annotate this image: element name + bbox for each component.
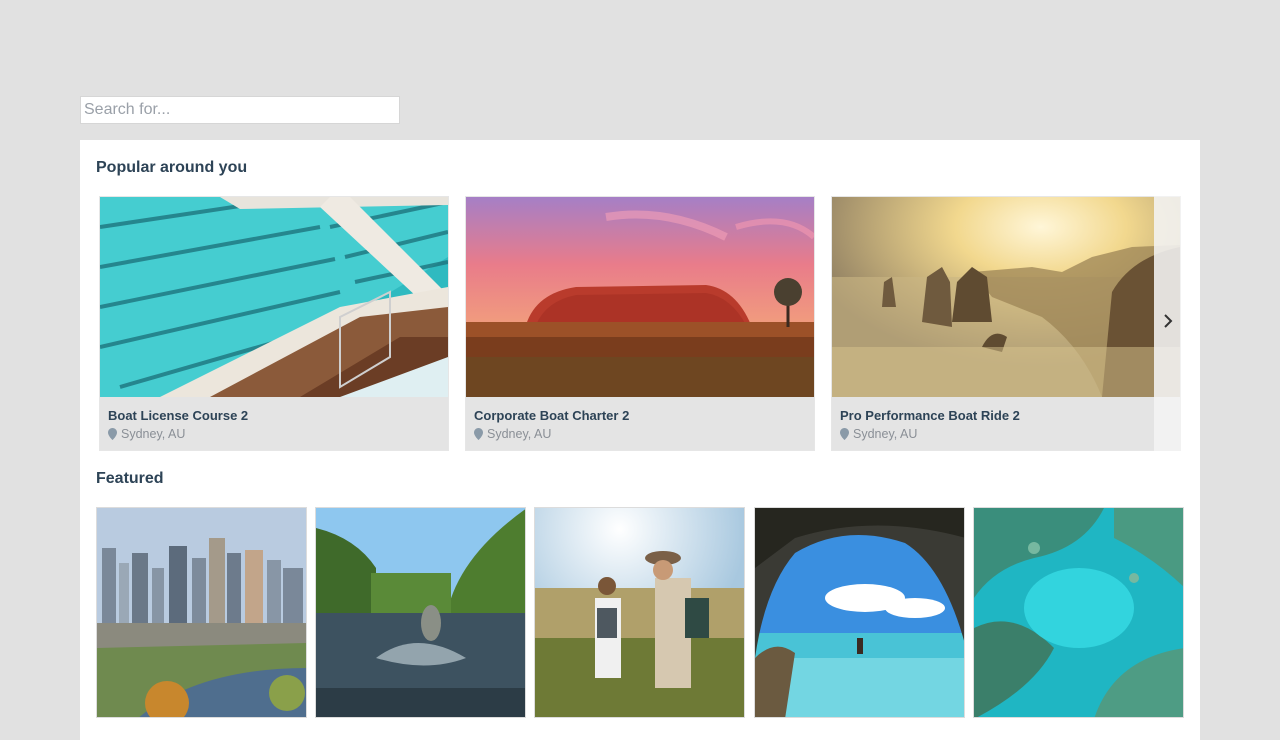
carousel-next-button[interactable] [1154,196,1181,451]
featured-tile[interactable] [96,507,307,718]
location-pin-icon [108,428,117,440]
experience-card[interactable]: Boat License Course 2 Sydney, AU [99,196,449,451]
ocean-pool-photo [100,197,448,397]
search-input[interactable] [80,96,400,124]
card-location: Sydney, AU [474,427,551,441]
experience-card[interactable]: Corporate Boat Charter 2 Sydney, AU [465,196,815,451]
location-pin-icon [474,428,483,440]
hikers-photo [535,508,744,717]
sea-cave-beach-photo [755,508,964,717]
aerial-reef-photo [974,508,1183,717]
featured-section-title: Featured [96,470,164,487]
twelve-apostles-photo [832,197,1180,397]
card-title: Pro Performance Boat Ride 2 [840,408,1020,423]
card-location-text: Sydney, AU [487,427,552,441]
card-title: Boat License Course 2 [108,408,249,423]
popular-carousel: Boat License Course 2 Sydney, AU Corpora… [99,196,1181,451]
experience-card[interactable]: Pro Performance Boat Ride 2 Sydney, AU [831,196,1181,451]
featured-tile[interactable] [315,507,526,718]
card-location: Sydney, AU [840,427,917,441]
featured-tile[interactable] [754,507,965,718]
card-location: Sydney, AU [108,427,185,441]
main-panel: Popular around you Boat License Course 2… [80,140,1200,740]
popular-section-title: Popular around you [96,159,248,176]
uluru-sunset-photo [466,197,814,397]
featured-tile[interactable] [973,507,1184,718]
search-bar [80,96,400,124]
card-location-text: Sydney, AU [121,427,186,441]
featured-grid [96,507,1186,719]
card-location-text: Sydney, AU [853,427,918,441]
card-title: Corporate Boat Charter 2 [474,408,630,423]
featured-tile[interactable] [534,507,745,718]
jumping-fish-river-photo [316,508,525,717]
location-pin-icon [840,428,849,440]
chevron-right-icon [1163,313,1173,334]
melbourne-skyline-photo [97,508,306,717]
